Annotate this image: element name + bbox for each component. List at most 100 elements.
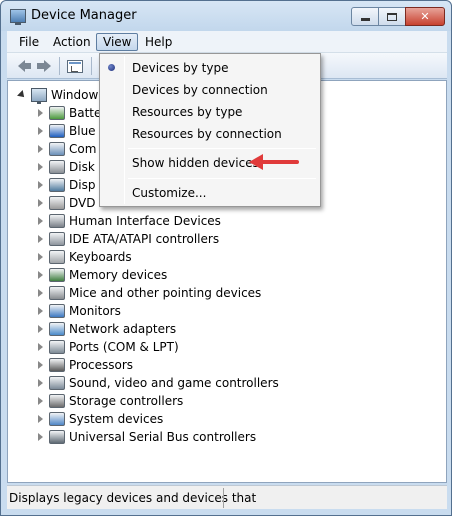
tree-item[interactable]: DVD bbox=[38, 194, 95, 212]
collapsed-triangle-icon[interactable] bbox=[38, 307, 43, 315]
toolbar-separator bbox=[91, 57, 92, 75]
tree-item-label: Keyboards bbox=[69, 250, 132, 264]
tree-item[interactable]: Blue bbox=[38, 122, 96, 140]
tree-item[interactable]: Human Interface Devices bbox=[38, 212, 221, 230]
window-title: Device Manager bbox=[31, 8, 137, 23]
menu-item-devices-by-connection[interactable]: Devices by connection bbox=[103, 79, 317, 101]
menu-item-devices-by-type[interactable]: Devices by type bbox=[103, 57, 317, 79]
collapsed-triangle-icon[interactable] bbox=[38, 343, 43, 351]
tree-item-label: Disp bbox=[69, 178, 96, 192]
tree-item[interactable]: Disp bbox=[38, 176, 95, 194]
display-adapter-icon bbox=[49, 178, 65, 192]
view-menu-dropdown: Devices by type Devices by connection Re… bbox=[99, 53, 321, 207]
minimize-button[interactable] bbox=[351, 7, 379, 26]
battery-icon bbox=[49, 106, 65, 120]
tree-item[interactable]: Sound, video and game controllers bbox=[38, 374, 279, 392]
maximize-button[interactable] bbox=[378, 7, 406, 26]
title-bar[interactable]: Device Manager ✕ bbox=[1, 1, 451, 31]
tree-item-label: Disk bbox=[69, 160, 95, 174]
collapsed-triangle-icon[interactable] bbox=[38, 397, 43, 405]
collapsed-triangle-icon[interactable] bbox=[38, 433, 43, 441]
tree-item[interactable]: Disk bbox=[38, 158, 95, 176]
menu-item-resources-by-type[interactable]: Resources by type bbox=[103, 101, 317, 123]
menu-view[interactable]: View bbox=[96, 33, 139, 51]
usb-icon bbox=[49, 430, 65, 444]
port-icon bbox=[49, 340, 65, 354]
hid-icon bbox=[49, 214, 65, 228]
tree-item-label: System devices bbox=[69, 412, 164, 426]
menu-bar: File Action View Help bbox=[7, 31, 447, 53]
collapsed-triangle-icon[interactable] bbox=[38, 145, 43, 153]
collapsed-triangle-icon[interactable] bbox=[38, 289, 43, 297]
sound-icon bbox=[49, 376, 65, 390]
storage-controller-icon bbox=[49, 394, 65, 408]
collapsed-triangle-icon[interactable] bbox=[38, 199, 43, 207]
tree-root[interactable]: Window bbox=[17, 86, 98, 104]
tree-item[interactable]: Com bbox=[38, 140, 96, 158]
tree-item[interactable]: Keyboards bbox=[38, 248, 132, 266]
tree-item[interactable]: Storage controllers bbox=[38, 392, 183, 410]
tree-item-label: Storage controllers bbox=[69, 394, 184, 408]
minimize-icon bbox=[360, 18, 370, 21]
tree-item[interactable]: Monitors bbox=[38, 302, 121, 320]
dvd-drive-icon bbox=[49, 196, 65, 210]
expanded-triangle-icon[interactable] bbox=[17, 90, 27, 100]
back-button[interactable] bbox=[11, 57, 31, 75]
ide-controller-icon bbox=[49, 232, 65, 246]
keyboard-icon bbox=[49, 250, 65, 264]
collapsed-triangle-icon[interactable] bbox=[38, 217, 43, 225]
tree-item[interactable]: IDE ATA/ATAPI controllers bbox=[38, 230, 219, 248]
collapsed-triangle-icon[interactable] bbox=[38, 415, 43, 423]
annotation-arrow-icon bbox=[249, 154, 299, 170]
collapsed-triangle-icon[interactable] bbox=[38, 181, 43, 189]
close-icon: ✕ bbox=[420, 10, 430, 23]
tree-item-label: Network adapters bbox=[69, 322, 177, 336]
menu-item-customize[interactable]: Customize... bbox=[103, 182, 317, 204]
status-bar: Displays legacy devices and devices that bbox=[7, 485, 447, 509]
menu-item-label: Devices by connection bbox=[132, 83, 268, 97]
collapsed-triangle-icon[interactable] bbox=[38, 127, 43, 135]
menu-action[interactable]: Action bbox=[47, 33, 97, 51]
properties-icon bbox=[67, 59, 83, 73]
tree-item-label: Human Interface Devices bbox=[69, 214, 221, 228]
network-adapter-icon bbox=[49, 322, 65, 336]
tree-item-label: Memory devices bbox=[69, 268, 168, 282]
collapsed-triangle-icon[interactable] bbox=[38, 163, 43, 171]
monitor-icon bbox=[49, 304, 65, 318]
back-arrow-icon bbox=[17, 60, 31, 72]
close-button[interactable]: ✕ bbox=[405, 7, 445, 26]
tree-item-label: Ports (COM & LPT) bbox=[69, 340, 179, 354]
caption-buttons: ✕ bbox=[351, 7, 445, 27]
tree-item[interactable]: Mice and other pointing devices bbox=[38, 284, 261, 302]
tree-item[interactable]: System devices bbox=[38, 410, 163, 428]
tree-item-label: Sound, video and game controllers bbox=[69, 376, 279, 390]
tree-item[interactable]: Universal Serial Bus controllers bbox=[38, 428, 256, 446]
collapsed-triangle-icon[interactable] bbox=[38, 379, 43, 387]
collapsed-triangle-icon[interactable] bbox=[38, 325, 43, 333]
collapsed-triangle-icon[interactable] bbox=[38, 109, 43, 117]
collapsed-triangle-icon[interactable] bbox=[38, 253, 43, 261]
annotation-arrow-head bbox=[249, 154, 263, 170]
tree-item[interactable]: Ports (COM & LPT) bbox=[38, 338, 179, 356]
device-manager-window: Device Manager ✕ File Action View Help W… bbox=[0, 0, 452, 516]
processor-icon bbox=[49, 358, 65, 372]
memory-icon bbox=[49, 268, 65, 282]
tree-item[interactable]: Memory devices bbox=[38, 266, 167, 284]
menu-item-label: Resources by connection bbox=[132, 127, 282, 141]
mouse-icon bbox=[49, 286, 65, 300]
tree-item[interactable]: Processors bbox=[38, 356, 133, 374]
menu-item-label: Show hidden devices bbox=[132, 156, 259, 170]
menu-file[interactable]: File bbox=[13, 33, 45, 51]
system-device-icon bbox=[49, 412, 65, 426]
menu-item-resources-by-connection[interactable]: Resources by connection bbox=[103, 123, 317, 145]
menu-help[interactable]: Help bbox=[139, 33, 178, 51]
collapsed-triangle-icon[interactable] bbox=[38, 235, 43, 243]
properties-button[interactable] bbox=[65, 57, 85, 75]
tree-item[interactable]: Network adapters bbox=[38, 320, 176, 338]
tree-item-label: IDE ATA/ATAPI controllers bbox=[69, 232, 220, 246]
bluetooth-icon bbox=[49, 124, 65, 138]
collapsed-triangle-icon[interactable] bbox=[38, 361, 43, 369]
tree-item[interactable]: Batte bbox=[38, 104, 101, 122]
forward-button[interactable] bbox=[33, 57, 53, 75]
collapsed-triangle-icon[interactable] bbox=[38, 271, 43, 279]
